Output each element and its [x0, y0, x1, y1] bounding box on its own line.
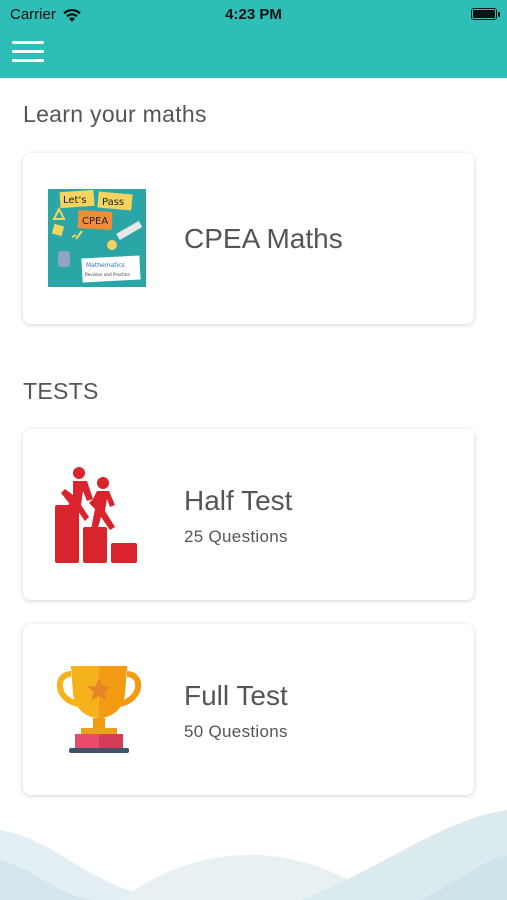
hamburger-menu-icon[interactable]	[12, 39, 44, 65]
app-bar	[0, 28, 507, 78]
cpea-maths-title: CPEA Maths	[184, 223, 343, 254]
status-time: 4:23 PM	[225, 6, 282, 23]
full-test-subtitle: 50 Questions	[184, 722, 288, 741]
status-bar: Carrier 4:23 PM	[0, 0, 507, 28]
learn-heading: Learn your maths	[23, 101, 207, 127]
svg-text:CPEA: CPEA	[82, 216, 108, 227]
full-test-title: Full Test	[184, 680, 288, 711]
trophy-icon	[56, 666, 142, 753]
half-test-card[interactable]: Half Test 25 Questions	[23, 429, 474, 600]
climbing-podium-icon	[55, 467, 137, 563]
cpea-maths-card[interactable]: Let's Pass CPEA Mathematics Revision and…	[23, 153, 474, 324]
decorative-waves	[0, 810, 507, 900]
half-test-title: Half Test	[184, 485, 293, 516]
cpea-maths-thumbnail: Let's Pass CPEA Mathematics Revision and…	[48, 189, 146, 287]
half-test-subtitle: 25 Questions	[184, 527, 288, 546]
svg-text:Let's: Let's	[63, 195, 86, 206]
svg-text:Revision and Practice: Revision and Practice	[85, 272, 130, 277]
tests-heading: TESTS	[23, 378, 99, 404]
full-test-card[interactable]: Full Test 50 Questions	[23, 624, 474, 795]
battery-icon	[471, 8, 500, 20]
svg-text:Pass: Pass	[102, 197, 124, 208]
svg-text:Mathematics: Mathematics	[86, 262, 125, 269]
